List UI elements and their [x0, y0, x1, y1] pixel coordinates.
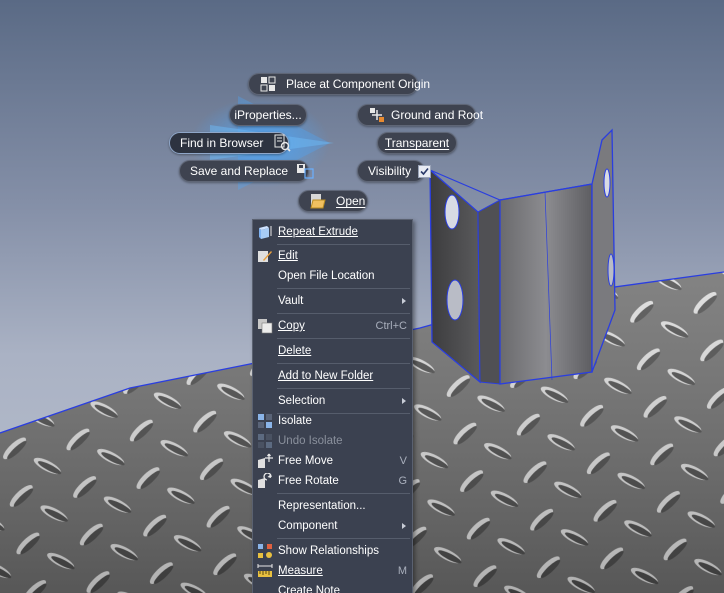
- undo-isolate-icon: [257, 433, 273, 449]
- menu-separator: [277, 244, 410, 245]
- menu-item-edit[interactable]: Edit: [253, 246, 412, 266]
- menu-item-label: Copy: [278, 320, 305, 332]
- menu-item-selection[interactable]: Selection: [253, 391, 412, 411]
- submenu-arrow-icon: [402, 398, 406, 404]
- submenu-arrow-icon: [402, 523, 406, 529]
- menu-item-label: Free Rotate: [278, 475, 339, 487]
- menu-item-label: Component: [278, 520, 338, 532]
- save-and-replace-icon: [296, 162, 314, 180]
- menu-item-label: Vault: [278, 295, 304, 307]
- menu-item-shortcut: G: [398, 475, 407, 487]
- iproperties-label: iProperties...: [234, 108, 302, 122]
- menu-item-label: Show Relationships: [278, 545, 380, 557]
- menu-separator: [277, 288, 410, 289]
- menu-item-open-file-location[interactable]: Open File Location: [253, 266, 412, 286]
- transparent-button[interactable]: Transparent: [377, 132, 457, 154]
- menu-item-add-to-new-folder[interactable]: Add to New Folder: [253, 366, 412, 386]
- find-in-browser-button[interactable]: Find in Browser: [169, 132, 291, 154]
- menu-item-shortcut: V: [399, 455, 407, 467]
- menu-item-label: Measure: [278, 565, 323, 577]
- transparent-label: Transparent: [384, 136, 450, 150]
- menu-item-show-relationships[interactable]: Show Relationships: [253, 541, 412, 561]
- menu-item-label: Undo Isolate: [278, 435, 343, 447]
- place-at-component-origin-label: Place at Component Origin: [286, 77, 431, 91]
- menu-item-label: Create Note: [278, 585, 341, 593]
- menu-item-component[interactable]: Component: [253, 516, 412, 536]
- menu-item-create-note[interactable]: Create Note: [253, 581, 412, 593]
- open-folder-icon: [309, 192, 327, 210]
- menu-separator: [277, 493, 410, 494]
- save-and-replace-label: Save and Replace: [190, 164, 289, 178]
- visibility-button[interactable]: Visibility: [357, 160, 432, 182]
- checkmark-icon: [420, 167, 429, 175]
- menu-item-label: Selection: [278, 395, 326, 407]
- open-label: Open: [336, 194, 366, 208]
- menu-item-undo-isolate[interactable]: Undo Isolate: [253, 431, 412, 451]
- find-in-browser-label: Find in Browser: [180, 136, 264, 150]
- menu-item-free-move[interactable]: Free Move V: [253, 451, 412, 471]
- relationships-icon: [257, 543, 273, 559]
- ground-and-root-button[interactable]: Ground and Root: [357, 104, 483, 126]
- measure-icon: [257, 563, 273, 579]
- visibility-checkbox[interactable]: [418, 164, 432, 178]
- bracket-part: [429, 128, 616, 385]
- menu-item-delete[interactable]: Delete: [253, 341, 412, 361]
- iproperties-button[interactable]: iProperties...: [229, 104, 307, 126]
- isolate-icon: [257, 413, 273, 429]
- menu-item-label: Delete: [278, 345, 312, 357]
- ground-and-root-label: Ground and Root: [391, 108, 484, 122]
- menu-item-label: Isolate: [278, 415, 312, 427]
- menu-separator: [277, 338, 410, 339]
- menu-item-representation[interactable]: Representation...: [253, 496, 412, 516]
- menu-item-label: Open File Location: [278, 270, 375, 282]
- menu-item-copy[interactable]: Copy Ctrl+C: [253, 316, 412, 336]
- menu-item-free-rotate[interactable]: Free Rotate G: [253, 471, 412, 491]
- menu-item-label: Free Move: [278, 455, 333, 467]
- extrude-icon: [257, 224, 273, 240]
- save-and-replace-button[interactable]: Save and Replace: [179, 160, 314, 182]
- menu-separator: [277, 538, 410, 539]
- graphics-window[interactable]: Place at Component Origin iProperties...…: [0, 0, 724, 593]
- place-at-component-origin-button[interactable]: Place at Component Origin: [248, 73, 430, 95]
- menu-item-measure[interactable]: Measure M: [253, 561, 412, 581]
- free-move-icon: [257, 453, 273, 469]
- visibility-label: Visibility: [368, 164, 412, 178]
- ground-and-root-icon: [368, 106, 386, 124]
- edit-icon: [257, 248, 273, 264]
- menu-item-vault[interactable]: Vault: [253, 291, 412, 311]
- menu-separator: [277, 388, 410, 389]
- menu-item-shortcut: Ctrl+C: [375, 320, 407, 332]
- component-origin-icon: [259, 75, 277, 93]
- open-button[interactable]: Open: [298, 190, 368, 212]
- find-in-browser-icon: [273, 134, 291, 152]
- menu-item-label: Repeat Extrude: [278, 226, 358, 238]
- menu-item-label: Representation...: [278, 500, 366, 512]
- menu-item-repeat-extrude[interactable]: Repeat Extrude: [253, 222, 412, 242]
- submenu-arrow-icon: [402, 298, 406, 304]
- context-menu: Repeat Extrude Edit Open File Location V…: [252, 219, 413, 593]
- copy-icon: [257, 318, 273, 334]
- menu-item-label: Edit: [278, 250, 298, 262]
- free-rotate-icon: [257, 473, 273, 489]
- menu-item-isolate[interactable]: Isolate: [253, 411, 412, 431]
- menu-item-shortcut: M: [397, 565, 407, 577]
- menu-item-label: Add to New Folder: [278, 370, 374, 382]
- menu-separator: [277, 313, 410, 314]
- menu-separator: [277, 363, 410, 364]
